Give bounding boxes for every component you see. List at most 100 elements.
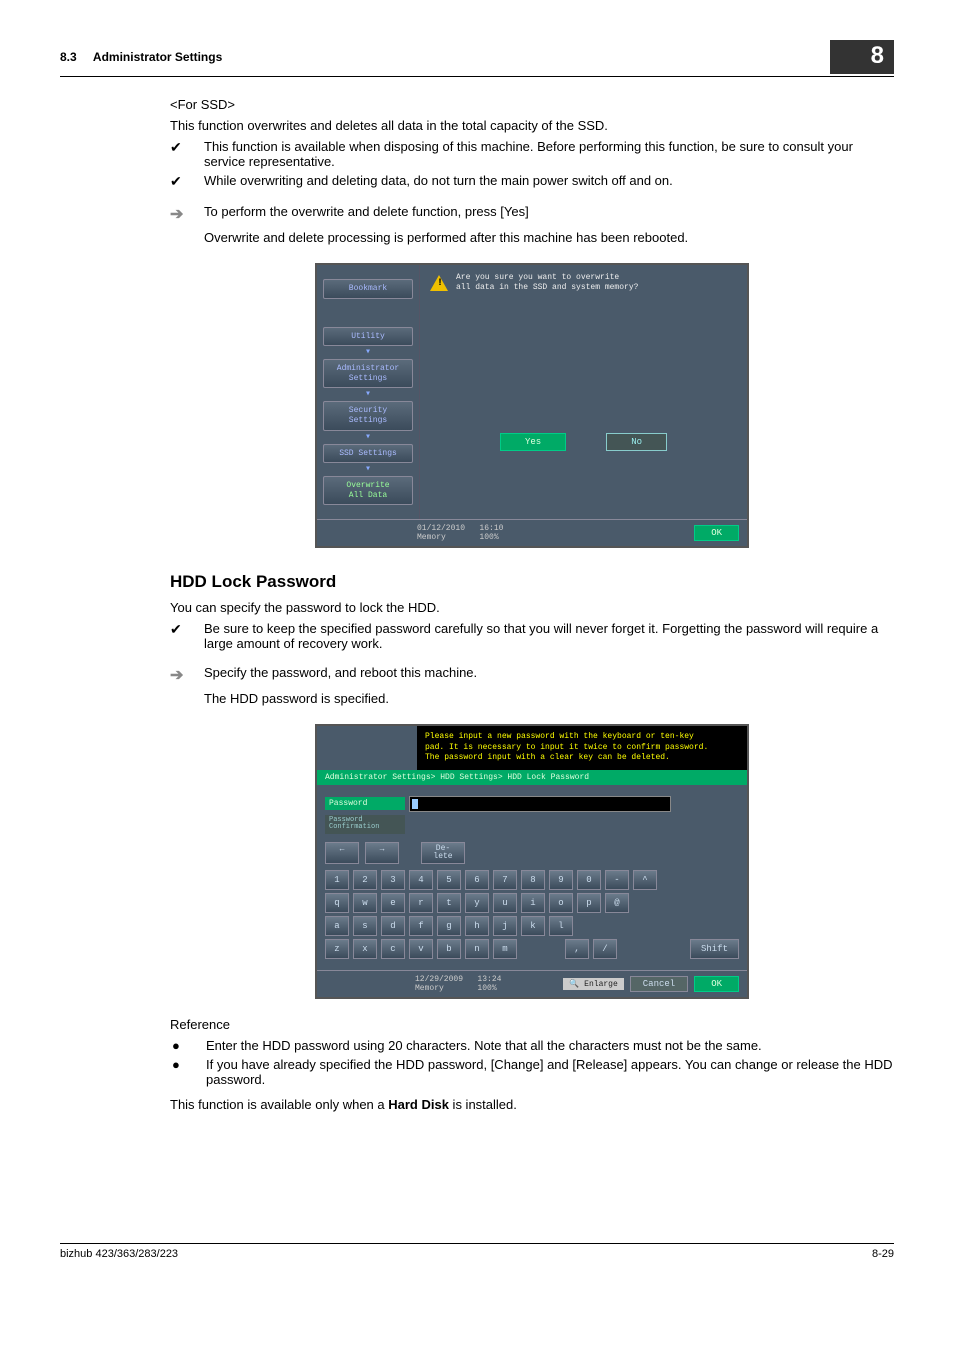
key-z[interactable]: z [325,939,349,959]
key-u[interactable]: u [493,893,517,913]
key-0[interactable]: 0 [577,870,601,890]
key-c[interactable]: c [381,939,405,959]
key-1[interactable]: 1 [325,870,349,890]
key-g[interactable]: g [437,916,461,936]
figure-overwrite-dialog: Bookmark Utility ▾ Administrator Setting… [170,263,894,548]
section-number: 8.3 [60,50,77,64]
key-q[interactable]: q [325,893,349,913]
key-@[interactable]: @ [605,893,629,913]
check-icon: ✔ [170,173,204,190]
key-b[interactable]: b [437,939,461,959]
key-x[interactable]: x [353,939,377,959]
on-screen-keyboard: 1234567890-^ qwertyuiop@ asdfghjkl zxcvb… [317,870,747,970]
security-settings-button[interactable]: Security Settings [323,401,413,430]
password-input[interactable] [409,796,671,812]
key-d[interactable]: d [381,916,405,936]
key-o[interactable]: o [549,893,573,913]
key-3[interactable]: 3 [381,870,405,890]
key--[interactable]: - [605,870,629,890]
hdd-bullet-1: Be sure to keep the specified password c… [204,621,894,651]
hdd-desc: You can specify the password to lock the… [170,600,894,615]
key-e[interactable]: e [381,893,405,913]
key-5[interactable]: 5 [437,870,461,890]
footer-page: 8-29 [872,1248,894,1260]
key-/[interactable]: / [593,939,617,959]
ssd-desc: This function overwrites and deletes all… [170,118,894,133]
chevron-down-icon: ▾ [323,467,413,472]
shift-key[interactable]: Shift [690,939,739,959]
key-m[interactable]: m [493,939,517,959]
status-bar: 12/29/2009 13:24 Memory 100% [325,975,557,993]
key-i[interactable]: i [521,893,545,913]
ok-button[interactable]: OK [694,525,739,541]
ok-button[interactable]: OK [694,976,739,992]
key-v[interactable]: v [409,939,433,959]
no-button[interactable]: No [606,433,667,451]
hdd-heading: HDD Lock Password [170,572,894,592]
ref-bullet-2: If you have already specified the HDD pa… [206,1057,894,1087]
warning-text: Are you sure you want to overwrite all d… [456,273,638,292]
check-icon: ✔ [170,139,204,156]
key-9[interactable]: 9 [549,870,573,890]
ssd-arrow-1-sub: Overwrite and delete processing is perfo… [204,230,894,245]
key-,[interactable]: , [565,939,589,959]
chapter-badge: 8 [830,40,894,74]
cancel-button[interactable]: Cancel [630,976,688,992]
key-7[interactable]: 7 [493,870,517,890]
key-p[interactable]: p [577,893,601,913]
utility-button[interactable]: Utility [323,327,413,347]
key-n[interactable]: n [465,939,489,959]
cursor-left-button[interactable]: ← [325,842,359,864]
reference-heading: Reference [170,1017,894,1032]
key-4[interactable]: 4 [409,870,433,890]
page-footer: bizhub 423/363/283/223 8-29 [60,1243,894,1260]
yes-button[interactable]: Yes [500,433,566,451]
key-a[interactable]: a [325,916,349,936]
key-j[interactable]: j [493,916,517,936]
ssd-settings-button[interactable]: SSD Settings [323,444,413,464]
overwrite-all-data-button[interactable]: Overwrite All Data [323,476,413,505]
bullet-dot-icon: ● [170,1038,206,1053]
breadcrumb: Administrator Settings> HDD Settings> HD… [317,770,747,785]
key-8[interactable]: 8 [521,870,545,890]
ssd-bullet-2: While overwriting and deleting data, do … [204,173,894,188]
cursor-right-button[interactable]: → [365,842,399,864]
password-banner: Please input a new password with the key… [417,726,747,769]
key-h[interactable]: h [465,916,489,936]
key-t[interactable]: t [437,893,461,913]
password-label: Password [325,797,405,810]
key-y[interactable]: y [465,893,489,913]
page-header: 8.3 Administrator Settings 8 [60,40,894,77]
bookmark-button[interactable]: Bookmark [323,279,413,299]
check-icon: ✔ [170,621,204,638]
chevron-down-icon: ▾ [323,392,413,397]
arrow-right-icon: ➔ [170,665,204,685]
key-s[interactable]: s [353,916,377,936]
key-f[interactable]: f [409,916,433,936]
arrow-right-icon: ➔ [170,204,204,224]
ssd-bullet-1: This function is available when disposin… [204,139,894,169]
delete-button[interactable]: De- lete [421,842,465,864]
ssd-arrow-1: To perform the overwrite and delete func… [204,204,894,219]
key-2[interactable]: 2 [353,870,377,890]
key-^[interactable]: ^ [633,870,657,890]
hdd-arrow-1: Specify the password, and reboot this ma… [204,665,894,680]
ref-bullet-1: Enter the HDD password using 20 characte… [206,1038,894,1053]
key-k[interactable]: k [521,916,545,936]
bullet-dot-icon: ● [170,1057,206,1072]
enlarge-button[interactable]: 🔍 Enlarge [563,978,623,990]
password-confirm-label: Password Confirmation [325,815,405,834]
key-r[interactable]: r [409,893,433,913]
chevron-down-icon: ▾ [323,435,413,440]
warning-icon [430,275,448,291]
admin-settings-button[interactable]: Administrator Settings [323,359,413,388]
footer-model: bizhub 423/363/283/223 [60,1248,178,1260]
ssd-subhead: <For SSD> [170,97,894,112]
key-w[interactable]: w [353,893,377,913]
figure-hdd-password: Please input a new password with the key… [170,724,894,999]
hdd-arrow-1-sub: The HDD password is specified. [204,691,894,706]
chevron-down-icon: ▾ [323,350,413,355]
key-6[interactable]: 6 [465,870,489,890]
section-title: Administrator Settings [93,50,222,64]
key-l[interactable]: l [549,916,573,936]
